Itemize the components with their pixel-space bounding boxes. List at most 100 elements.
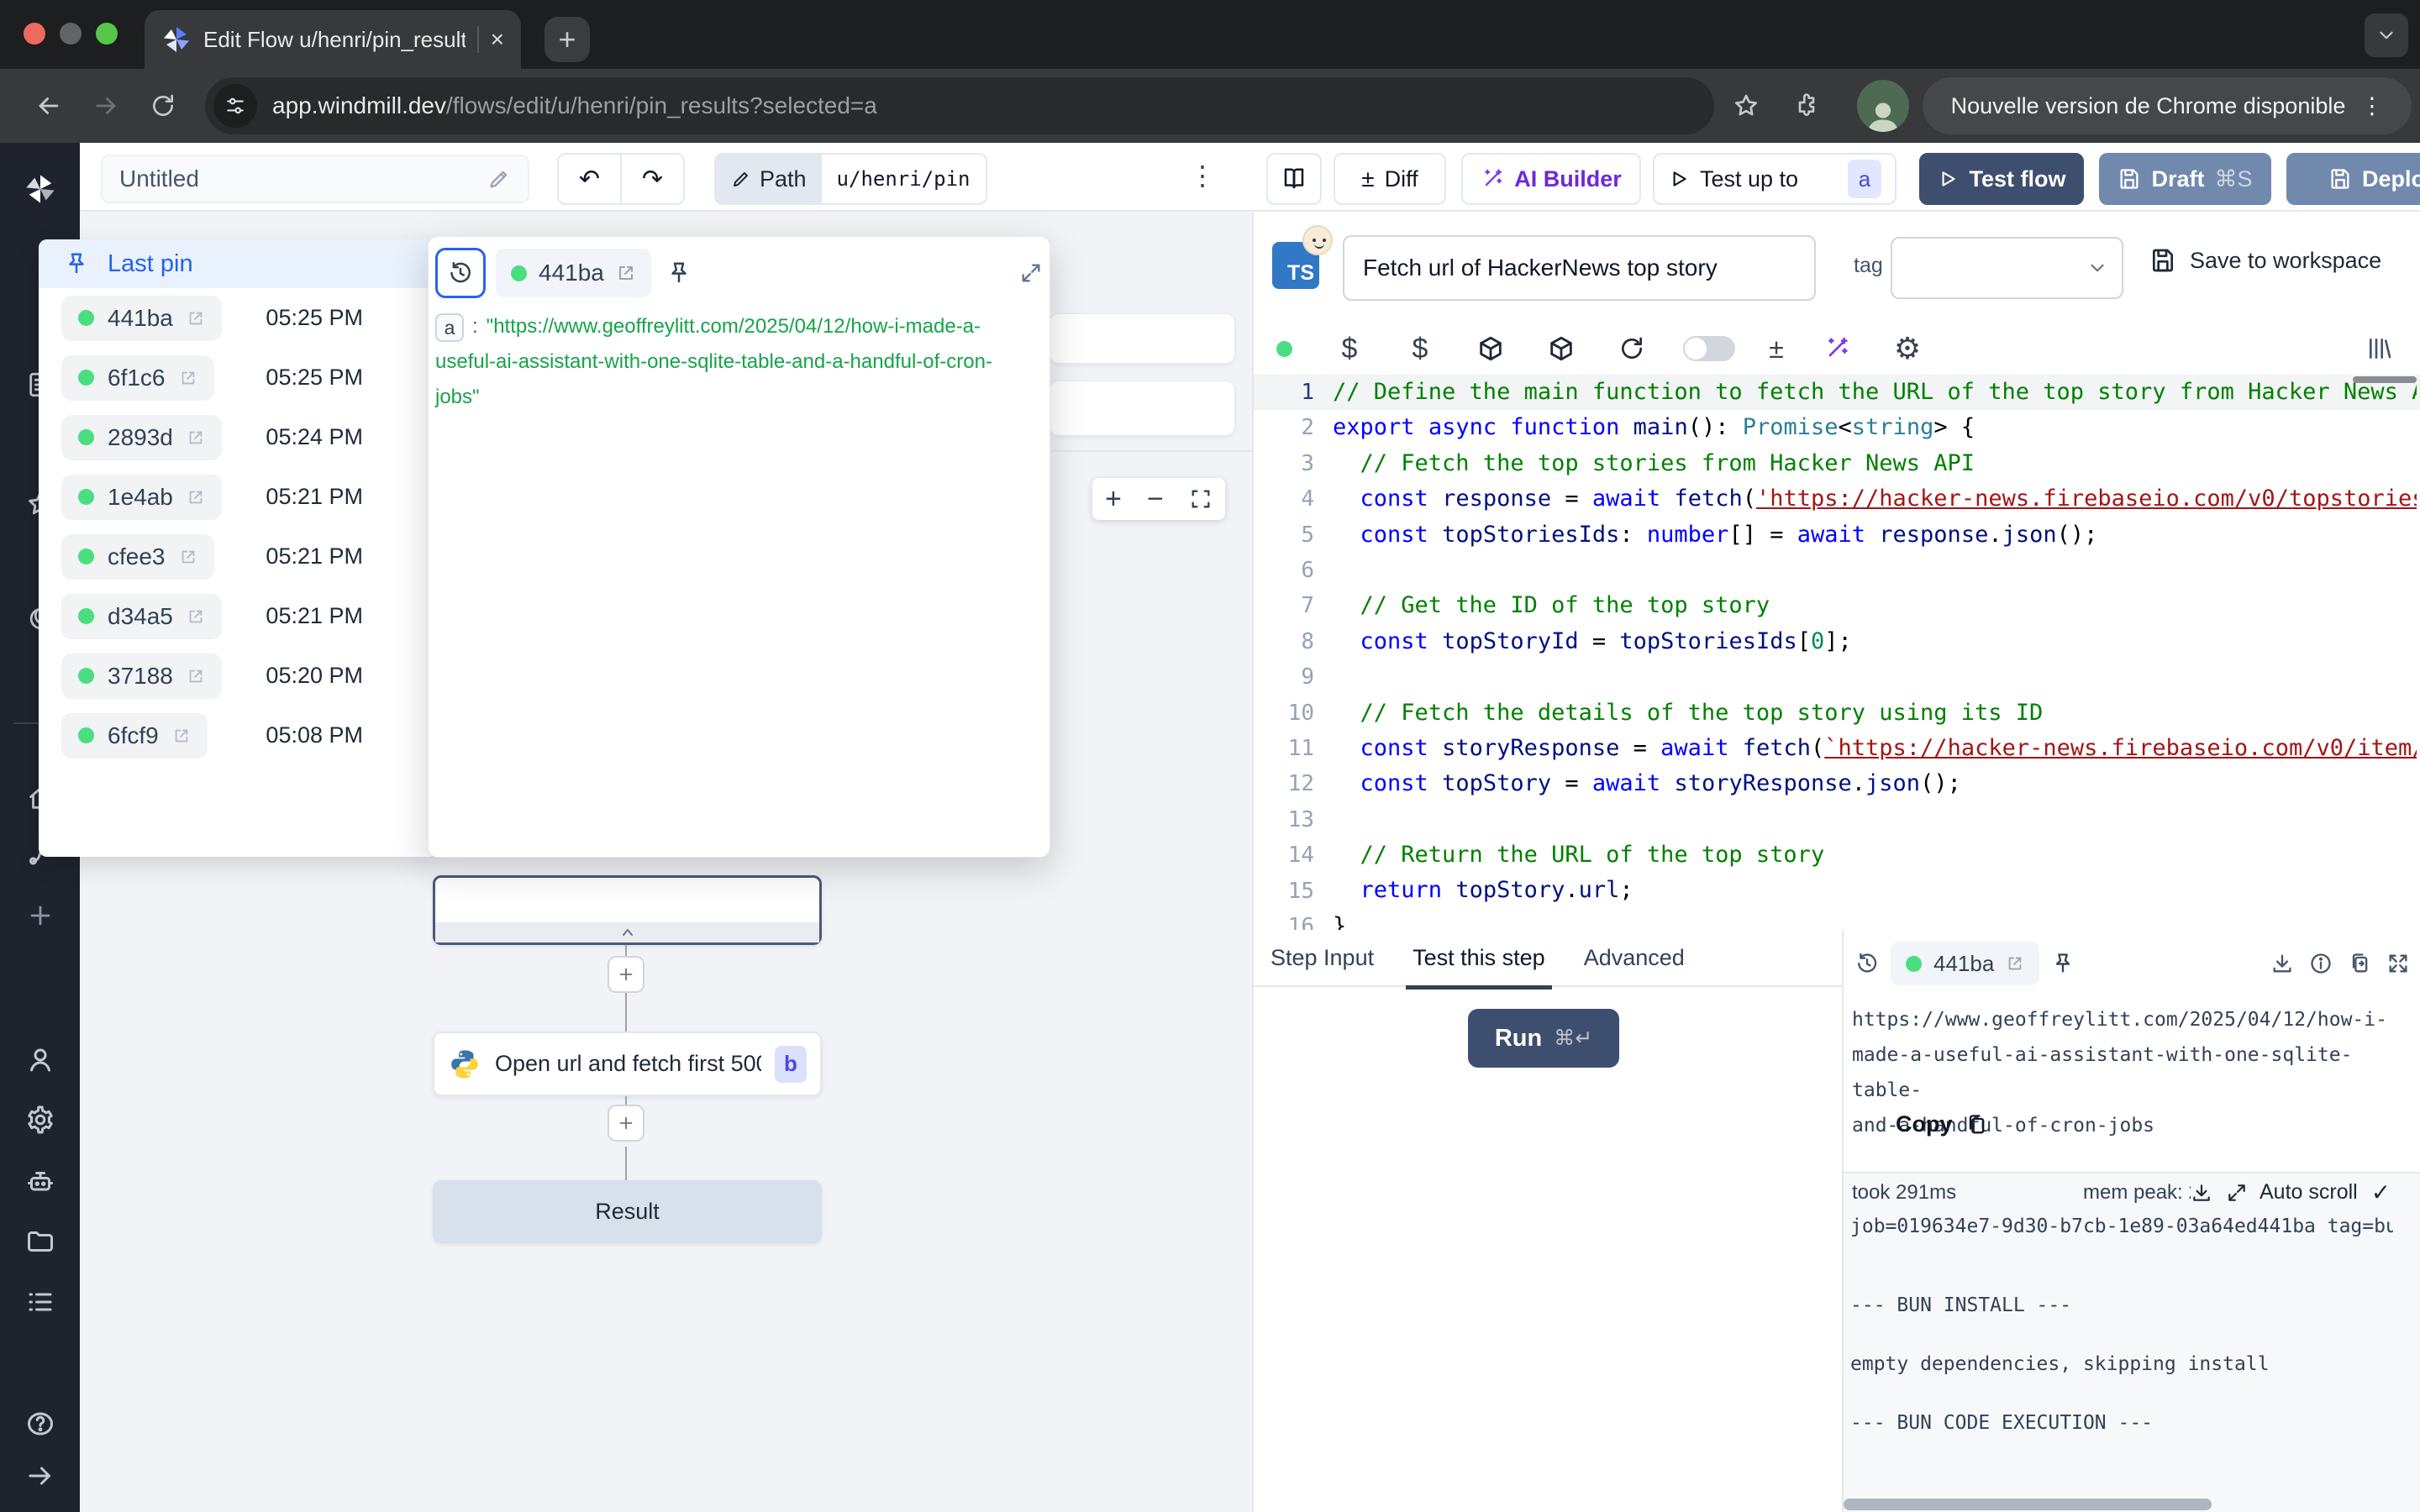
minimize-window-button[interactable] bbox=[60, 23, 82, 45]
fit-view-button[interactable] bbox=[1189, 487, 1213, 511]
flow-node-b[interactable]: Open url and fetch first 500 words of ..… bbox=[433, 1032, 822, 1096]
refresh-icon[interactable] bbox=[1597, 335, 1667, 362]
pin-id-pill[interactable]: 2893d bbox=[61, 415, 222, 460]
test-up-to-step-badge[interactable]: a bbox=[1848, 160, 1881, 198]
flow-node-result[interactable]: Result bbox=[433, 1180, 822, 1243]
diff-button[interactable]: ± Diff bbox=[1334, 153, 1446, 205]
pin-id-pill[interactable]: cfee3 bbox=[61, 534, 214, 580]
pin-toggle-icon[interactable] bbox=[666, 260, 692, 286]
result-key-badge[interactable]: a bbox=[435, 313, 464, 342]
more-options-icon[interactable]: ⋮ bbox=[1189, 160, 1216, 192]
pin-id-pill[interactable]: d34a5 bbox=[61, 594, 222, 639]
pin-list-item[interactable]: 2893d05:24 PM bbox=[39, 407, 437, 467]
url-bar[interactable]: app.windmill.dev/flows/edit/u/henri/pin_… bbox=[205, 77, 1714, 134]
external-link-icon[interactable] bbox=[187, 488, 205, 507]
sidebar-item-logs[interactable] bbox=[24, 1285, 57, 1319]
extensions-button[interactable] bbox=[1788, 87, 1825, 124]
copy-result-button[interactable]: Copy bbox=[1896, 1111, 1988, 1137]
step-title-input[interactable]: Fetch url of HackerNews top story bbox=[1343, 235, 1816, 301]
library-icon[interactable] bbox=[2338, 335, 2420, 362]
flow-name-input[interactable]: Untitled bbox=[101, 155, 529, 203]
history-button-active[interactable] bbox=[435, 248, 486, 298]
pin-id-pill[interactable]: 441ba bbox=[496, 249, 651, 297]
diff-icon[interactable]: ± bbox=[1751, 333, 1802, 365]
package-icon[interactable] bbox=[1455, 334, 1526, 363]
forward-button[interactable] bbox=[87, 87, 124, 124]
download-icon[interactable] bbox=[2270, 952, 2294, 975]
pin-list-item[interactable]: 6fcf905:08 PM bbox=[39, 706, 437, 765]
chrome-update-button[interactable]: Nouvelle version de Chrome disponible ⋮ bbox=[1923, 77, 2412, 134]
settings-icon[interactable]: ⚙ bbox=[1872, 331, 1943, 366]
pin-id-pill[interactable]: 1e4ab bbox=[61, 475, 222, 520]
reload-button[interactable] bbox=[145, 87, 182, 124]
pin-toggle-icon[interactable] bbox=[2051, 952, 2075, 975]
code-editor[interactable]: 12345678910111213141516 // Define the ma… bbox=[1254, 375, 2420, 930]
save-to-workspace-button[interactable]: Save to workspace bbox=[2149, 247, 2381, 274]
pin-id-pill[interactable]: 37188 bbox=[61, 654, 222, 699]
info-icon[interactable] bbox=[2309, 952, 2333, 975]
zoom-in-button[interactable]: + bbox=[1105, 483, 1122, 516]
auto-scroll-toggle[interactable]: Auto scroll ✓ bbox=[2260, 1179, 2391, 1206]
docs-button[interactable] bbox=[1266, 153, 1322, 205]
result-id-pill[interactable]: 441ba bbox=[1891, 942, 2039, 985]
pin-list-item[interactable]: cfee305:21 PM bbox=[39, 527, 437, 586]
tab-close-icon[interactable]: × bbox=[491, 26, 504, 53]
bookmark-button[interactable] bbox=[1728, 87, 1765, 124]
package-import-icon[interactable] bbox=[1526, 334, 1597, 363]
run-button[interactable]: Run ⌘↵ bbox=[1468, 1009, 1619, 1068]
download-log-icon[interactable] bbox=[2191, 1182, 2212, 1204]
browser-tab[interactable]: Edit Flow u/henri/pin_results × bbox=[145, 10, 521, 69]
pin-list-item[interactable]: d34a505:21 PM bbox=[39, 586, 437, 646]
external-link-icon[interactable] bbox=[187, 428, 205, 447]
pin-list-item[interactable]: 6f1c605:25 PM bbox=[39, 348, 437, 407]
close-window-button[interactable] bbox=[24, 23, 45, 45]
deploy-button[interactable]: Deploy bbox=[2286, 153, 2420, 205]
flow-node-partial[interactable] bbox=[1049, 313, 1235, 364]
undo-button[interactable]: ↶ bbox=[559, 155, 622, 203]
tab-overview-button[interactable] bbox=[2365, 13, 2408, 57]
log-panel[interactable]: took 291ms mem peak: 2 Auto scroll ✓ job… bbox=[1844, 1172, 2420, 1512]
code-content[interactable]: // Define the main function to fetch the… bbox=[1333, 375, 2417, 930]
redo-button[interactable]: ↷ bbox=[622, 155, 683, 203]
pin-id-pill[interactable]: 6f1c6 bbox=[61, 355, 214, 401]
pin-id-pill[interactable]: 441ba bbox=[61, 296, 222, 341]
external-link-icon[interactable] bbox=[172, 727, 191, 745]
cache-icon[interactable]: $ bbox=[1385, 333, 1455, 365]
clipboard-icon[interactable] bbox=[2348, 952, 2371, 975]
new-tab-button[interactable]: + bbox=[544, 17, 590, 62]
zoom-out-button[interactable]: − bbox=[1147, 483, 1164, 516]
flow-node-partial[interactable] bbox=[1049, 381, 1235, 436]
pin-list-item[interactable]: 1e4ab05:21 PM bbox=[39, 467, 437, 527]
tab-step-input[interactable]: Step Input bbox=[1270, 945, 1374, 971]
sidebar-item-settings[interactable] bbox=[24, 1103, 57, 1137]
insert-step-button[interactable] bbox=[608, 956, 644, 993]
draft-button[interactable]: Draft ⌘S bbox=[2099, 153, 2271, 205]
sidebar-item-users[interactable] bbox=[24, 1043, 57, 1077]
sidebar-item-folders[interactable] bbox=[24, 1225, 57, 1258]
insert-step-button[interactable] bbox=[608, 1105, 644, 1142]
external-link-icon[interactable] bbox=[2006, 954, 2024, 973]
path-setting[interactable]: Path u/henri/pin bbox=[714, 153, 987, 205]
sidebar-item-help[interactable] bbox=[24, 1407, 57, 1441]
history-icon[interactable] bbox=[1855, 952, 1879, 975]
fullscreen-icon[interactable] bbox=[2386, 952, 2410, 975]
windmill-logo[interactable] bbox=[24, 172, 57, 206]
external-link-icon[interactable] bbox=[179, 369, 197, 387]
test-flow-button[interactable]: Test flow bbox=[1919, 153, 2084, 205]
external-link-icon[interactable] bbox=[187, 607, 205, 626]
external-link-icon[interactable] bbox=[187, 667, 205, 685]
log-horizontal-scrollbar[interactable] bbox=[1844, 1499, 2212, 1510]
last-pin-header[interactable]: Last pin bbox=[39, 239, 437, 288]
site-settings-icon[interactable] bbox=[213, 84, 257, 128]
node-collapse-strip[interactable] bbox=[435, 922, 819, 942]
external-link-icon[interactable] bbox=[187, 309, 205, 328]
test-up-to-button[interactable]: Test up to a bbox=[1653, 153, 1897, 205]
concurrency-icon[interactable]: $ bbox=[1314, 333, 1385, 365]
expand-popup-button[interactable] bbox=[1019, 261, 1043, 285]
editor-scrollbar[interactable] bbox=[2353, 376, 2417, 383]
ai-builder-button[interactable]: AI Builder bbox=[1461, 153, 1641, 205]
sidebar-item-create[interactable] bbox=[24, 899, 57, 932]
pin-list-item[interactable]: 3718805:20 PM bbox=[39, 646, 437, 706]
pencil-icon[interactable] bbox=[487, 167, 511, 191]
back-button[interactable] bbox=[30, 87, 67, 124]
